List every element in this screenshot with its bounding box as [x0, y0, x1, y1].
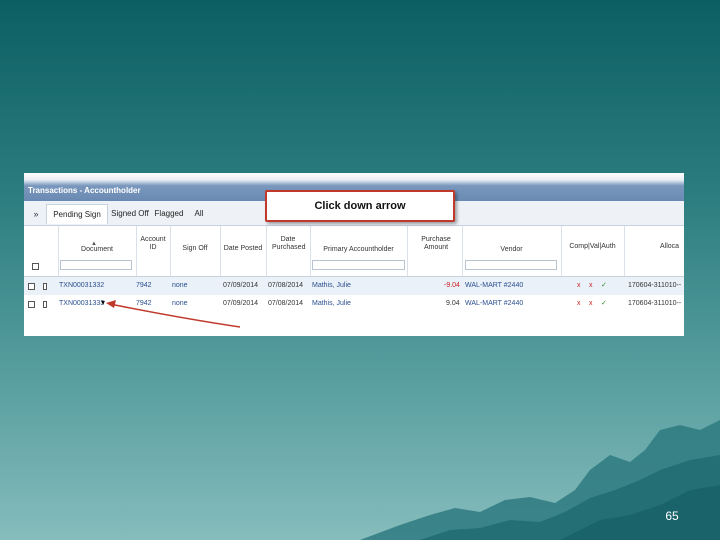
comp-flag-icon[interactable]: x: [577, 300, 581, 308]
allocation-value: 170604-311010--: [628, 300, 682, 307]
table-row[interactable]: TXN00031333 ▾ 7942 none 07/09/2014 07/08…: [24, 295, 684, 313]
slide-number: 65: [665, 509, 679, 523]
col-allocation[interactable]: Alloca: [660, 243, 684, 251]
sort-ascending-icon: ▲: [91, 241, 97, 247]
comp-flag-icon[interactable]: x: [577, 282, 581, 290]
col-primary-accountholder[interactable]: Primary Accountholder: [310, 246, 407, 254]
select-all-checkbox[interactable]: [32, 263, 39, 270]
val-flag-icon[interactable]: x: [589, 282, 593, 290]
allocation-value: 170604-311010--: [628, 282, 682, 289]
tab-pending-sign-off[interactable]: Pending Sign Off: [46, 204, 108, 239]
vendor-filter-input[interactable]: [465, 260, 557, 270]
val-flag-icon[interactable]: x: [589, 300, 593, 308]
col-comp-val-auth[interactable]: Comp|Val|Auth: [561, 243, 624, 251]
document-filter-input[interactable]: [60, 260, 132, 270]
col-date-purchased[interactable]: Date Purchased: [272, 236, 305, 252]
instruction-callout: Click down arrow: [265, 190, 455, 222]
window-title: Transactions - Accountholder: [28, 186, 141, 195]
sign-off-value: none: [172, 300, 188, 307]
auth-check-icon[interactable]: ✓: [601, 282, 607, 290]
row-flag-checkbox[interactable]: [43, 301, 47, 308]
col-document[interactable]: Document: [58, 246, 136, 254]
sign-off-value: none: [172, 282, 188, 289]
document-link[interactable]: TXN00031332: [59, 282, 104, 290]
tab-signed-off[interactable]: Signed Off: [110, 204, 150, 224]
col-sign-off[interactable]: Sign Off: [170, 245, 220, 253]
date-posted: 07/09/2014: [223, 282, 259, 289]
tab-all[interactable]: All: [190, 204, 208, 224]
vendor-link[interactable]: WAL-MART #2440: [465, 282, 523, 290]
chevron-down-icon[interactable]: ▾: [101, 299, 105, 307]
table-header: Document ▲ Account ID Sign Off Date Post…: [24, 226, 684, 277]
document-link[interactable]: TXN00031333: [59, 300, 104, 308]
col-date-posted[interactable]: Date Posted: [220, 245, 266, 253]
row-flag-checkbox[interactable]: [43, 283, 47, 290]
col-purchase-amount[interactable]: Purchase Amount: [416, 236, 456, 252]
auth-check-icon[interactable]: ✓: [601, 300, 607, 308]
accountholder-link[interactable]: Mathis, Julie: [312, 282, 351, 290]
date-purchased: 07/08/2014: [268, 300, 304, 307]
collapse-icon[interactable]: »: [26, 204, 46, 224]
account-id: 7942: [136, 282, 152, 289]
row-checkbox[interactable]: [28, 301, 35, 308]
accountholder-link[interactable]: Mathis, Julie: [312, 300, 351, 308]
account-id: 7942: [136, 300, 152, 307]
date-posted: 07/09/2014: [223, 300, 259, 307]
vendor-link[interactable]: WAL-MART #2440: [465, 300, 523, 308]
col-account-id[interactable]: Account ID: [136, 236, 170, 252]
col-vendor[interactable]: Vendor: [462, 246, 561, 254]
row-checkbox[interactable]: [28, 283, 35, 290]
tab-flagged[interactable]: Flagged: [152, 204, 186, 224]
table-row[interactable]: TXN00031332 7942 none 07/09/2014 07/08/2…: [24, 277, 684, 295]
purchase-amount: -9.04: [444, 282, 460, 289]
date-purchased: 07/08/2014: [268, 282, 304, 289]
purchase-amount: 9.04: [446, 300, 460, 307]
accountholder-filter-input[interactable]: [312, 260, 405, 270]
